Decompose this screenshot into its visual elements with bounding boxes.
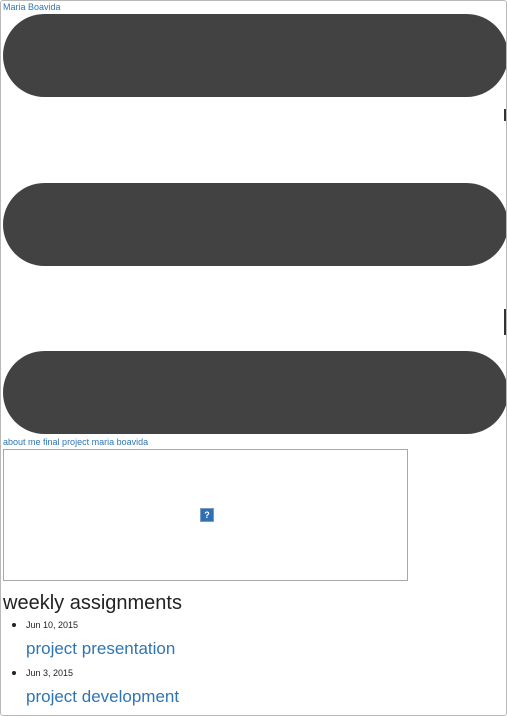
list-item: Jun 3, 2015 project development (12, 666, 506, 708)
post-title-link[interactable]: project development (26, 686, 506, 708)
menu-bar-middle[interactable] (3, 183, 506, 266)
post-date: Jun 3, 2015 (26, 668, 74, 678)
section-title: weekly assignments (3, 592, 182, 614)
post-date: Jun 10, 2015 (26, 620, 79, 630)
nav-link-author[interactable]: maria boavida (92, 437, 149, 447)
nav-link-about-me[interactable]: about me (3, 437, 41, 447)
post-list: Jun 10, 2015 project presentation Jun 3,… (3, 618, 506, 714)
post-title-link[interactable]: project presentation (26, 638, 506, 660)
menu-bar-bottom[interactable] (3, 351, 506, 434)
edge-marker (504, 109, 506, 121)
header-image-placeholder: ? (3, 449, 408, 581)
bullet-icon (12, 671, 16, 675)
site-title-link[interactable]: Maria Boavida (3, 2, 61, 13)
browser-frame: Maria Boavida about me final project mar… (0, 0, 507, 716)
broken-image-icon: ? (200, 508, 214, 522)
list-item: Jun 10, 2015 project presentation (12, 618, 506, 660)
bullet-icon (12, 623, 16, 627)
nav-links: about me final project maria boavida (3, 437, 148, 448)
edge-marker (504, 309, 506, 335)
nav-link-final-project[interactable]: final project (43, 437, 89, 447)
menu-bar-top[interactable] (3, 14, 506, 97)
